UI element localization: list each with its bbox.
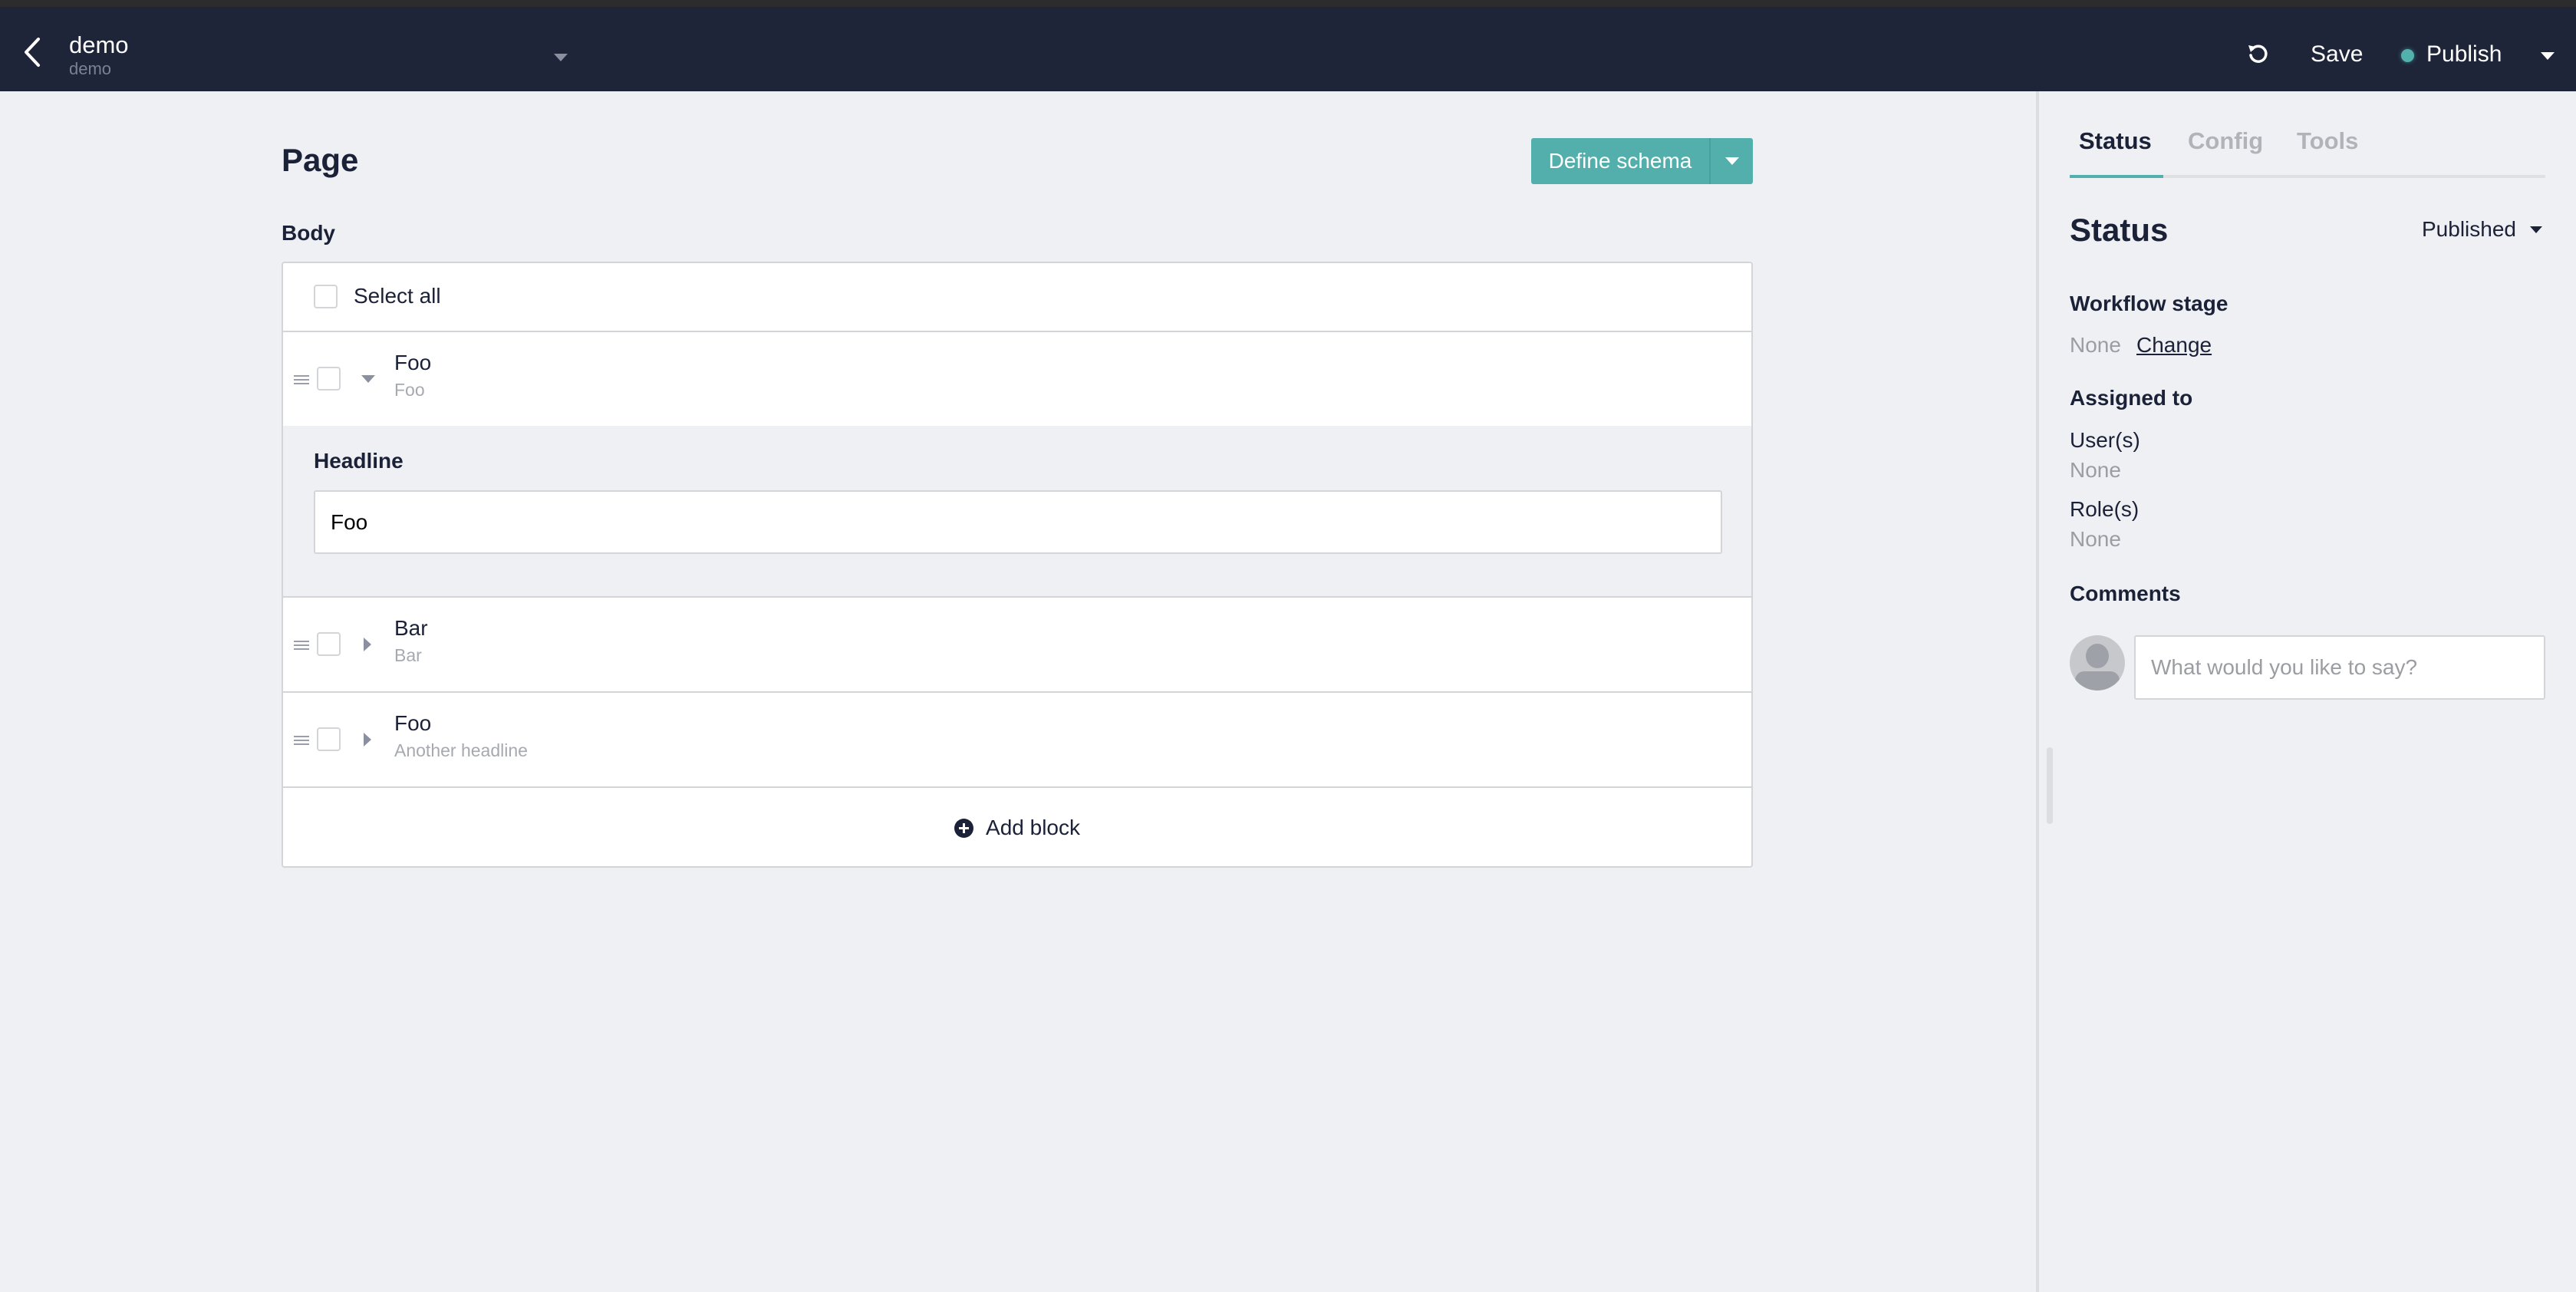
assigned-to-heading: Assigned to	[2070, 386, 2193, 410]
tab-tools[interactable]: Tools	[2297, 127, 2358, 155]
workflow-stage-value: None	[2070, 333, 2121, 357]
active-tab-indicator	[2070, 175, 2163, 178]
body-field-label: Body	[282, 221, 335, 245]
schema-options-button[interactable]	[1711, 138, 1753, 184]
sidebar-resize-handle[interactable]	[2047, 747, 2053, 824]
users-value: None	[2070, 458, 2121, 482]
blocks-list: Select all Foo Foo Headline Bar Bar Foo …	[282, 262, 1753, 868]
block-checkbox[interactable]	[317, 367, 341, 391]
avatar	[2070, 635, 2125, 690]
sidebar-divider	[2036, 91, 2039, 1292]
headline-field-label: Headline	[314, 449, 404, 473]
comment-input[interactable]	[2134, 635, 2545, 700]
app-header: demo demo Save Publish	[0, 7, 2576, 91]
expand-caret-icon[interactable]	[364, 733, 371, 747]
block-row[interactable]: Foo Another headline	[283, 693, 1751, 788]
publish-status-dot	[2401, 49, 2414, 62]
comments-heading: Comments	[2070, 582, 2181, 605]
tab-config[interactable]: Config	[2188, 127, 2263, 155]
collapse-caret-icon[interactable]	[361, 375, 375, 383]
workflow-stage-heading: Workflow stage	[2070, 292, 2228, 315]
users-label: User(s)	[2070, 428, 2140, 452]
define-schema-button[interactable]: Define schema	[1531, 138, 1711, 184]
block-title: Foo	[394, 351, 432, 374]
page-title: Page	[282, 142, 359, 178]
block-subtitle: Bar	[394, 645, 422, 665]
plus-circle-icon	[954, 818, 974, 838]
add-block-button[interactable]: Add block	[283, 788, 1751, 866]
undo-icon[interactable]	[2246, 42, 2269, 65]
window-top-strip	[0, 0, 2576, 7]
add-block-label: Add block	[986, 816, 1080, 839]
change-workflow-link[interactable]: Change	[2136, 333, 2212, 358]
roles-label: Role(s)	[2070, 497, 2140, 521]
document-switcher-caret-icon[interactable]	[554, 54, 568, 61]
block-checkbox[interactable]	[317, 727, 341, 751]
caret-down-icon	[2529, 226, 2542, 233]
block-title: Bar	[394, 616, 428, 640]
block-subtitle: Another headline	[394, 740, 528, 760]
block-title: Foo	[394, 711, 432, 735]
drag-handle-icon[interactable]	[294, 736, 309, 747]
document-title: demo	[69, 31, 129, 58]
document-subtitle: demo	[69, 59, 112, 78]
caret-down-icon	[1724, 157, 1739, 165]
drag-handle-icon[interactable]	[294, 641, 309, 651]
block-subtitle: Foo	[394, 380, 425, 400]
select-all-checkbox[interactable]	[314, 285, 338, 308]
sidebar-title: Status	[2070, 212, 2169, 248]
block-editor-panel: Headline	[283, 426, 1751, 598]
headline-input[interactable]	[314, 490, 1722, 554]
drag-handle-icon[interactable]	[294, 375, 309, 386]
roles-value: None	[2070, 527, 2121, 551]
sidebar-tabs: Status Config Tools	[2070, 127, 2545, 178]
status-dropdown[interactable]: Published	[2422, 217, 2542, 242]
select-all-row: Select all	[283, 263, 1751, 332]
save-button[interactable]: Save	[2311, 41, 2363, 68]
user-avatar-icon	[2086, 644, 2109, 668]
expand-caret-icon[interactable]	[364, 638, 371, 651]
publish-options-caret-icon[interactable]	[2541, 52, 2555, 60]
tab-status[interactable]: Status	[2079, 127, 2152, 155]
define-schema-split-button: Define schema	[1531, 138, 1753, 184]
status-value: Published	[2422, 217, 2516, 241]
publish-button[interactable]: Publish	[2426, 41, 2502, 68]
block-checkbox[interactable]	[317, 632, 341, 656]
block-row[interactable]: Bar Bar	[283, 598, 1751, 693]
block-row[interactable]: Foo Foo	[283, 332, 1751, 427]
chevron-left-icon[interactable]	[20, 35, 48, 70]
select-all-label[interactable]: Select all	[354, 284, 441, 308]
